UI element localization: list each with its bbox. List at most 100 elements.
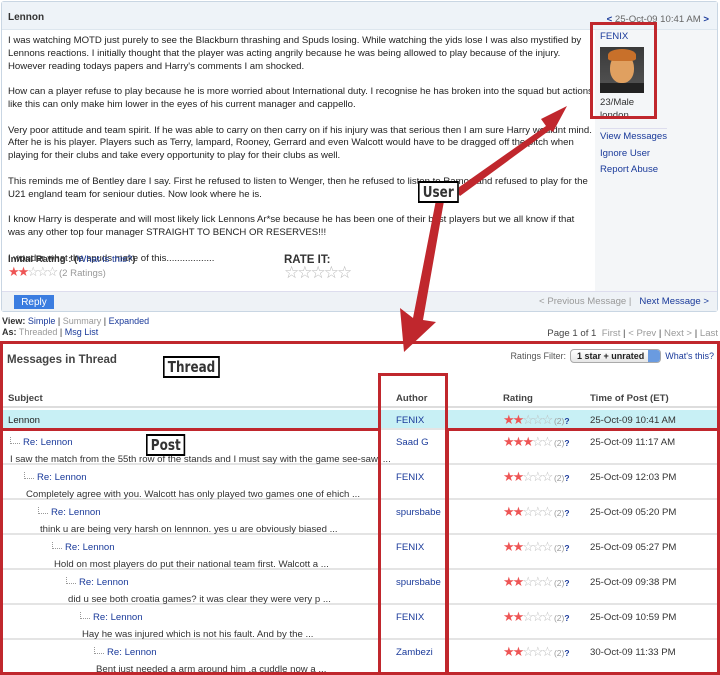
- table-row[interactable]: Re: Lennon Completely agree with you. Wal…: [0, 465, 720, 500]
- row-author-link[interactable]: Zambezi: [396, 647, 433, 658]
- row-subject-link[interactable]: Re: Lennon: [107, 647, 157, 658]
- row-preview: did u see both croatia games? it was cle…: [68, 594, 331, 605]
- table-row[interactable]: Re: Lennon Bent just needed a arm around …: [0, 640, 720, 675]
- star-rating-icon: ★★☆☆☆: [503, 574, 553, 589]
- rating-help-link[interactable]: ?: [564, 648, 569, 658]
- row-rating: ★★☆☆☆ (2)?: [503, 413, 570, 427]
- row-rating: ★★☆☆☆ (2)?: [503, 505, 570, 519]
- report-abuse-link[interactable]: Report Abuse: [600, 164, 658, 175]
- what-is-this-link[interactable]: What is this?: [77, 254, 132, 265]
- user-sidebar: FENIX 23/Male london View Messages Ignor…: [595, 30, 717, 292]
- view-simple[interactable]: Simple: [28, 316, 56, 326]
- rating-help-link[interactable]: ?: [564, 438, 569, 448]
- rating-count: (2): [553, 473, 565, 483]
- message-date-nav: < 25-Oct-09 10:41 AM >: [607, 14, 709, 25]
- table-row[interactable]: Re: Lennon Hay he was injured which is no…: [0, 605, 720, 640]
- rate-stars-input[interactable]: ☆☆☆☆☆: [284, 264, 352, 281]
- prev-page[interactable]: < Prev: [628, 328, 656, 339]
- user-annotation-label: User: [418, 181, 459, 203]
- message-date: 25-Oct-09 10:41 AM: [614, 14, 701, 25]
- row-subject-link[interactable]: Re: Lennon: [37, 472, 87, 483]
- col-subject: Subject: [8, 393, 43, 404]
- thread-title: Messages in Thread: [7, 354, 117, 366]
- post-annotation-label: Post: [146, 434, 186, 456]
- next-message-link[interactable]: Next Message >: [639, 296, 709, 307]
- table-row[interactable]: Re: Lennon think u are being very harsh o…: [0, 500, 720, 535]
- rating-help-link[interactable]: ?: [564, 508, 569, 518]
- rating-count: (2): [553, 613, 565, 623]
- user-name-link[interactable]: FENIX: [600, 31, 628, 42]
- table-row[interactable]: Re: Lennon did u see both croatia games? …: [0, 570, 720, 605]
- star-rating-icon: ★★☆☆☆: [8, 264, 58, 279]
- rating-count: (2): [553, 543, 565, 553]
- rating-count: (2 Ratings): [58, 268, 106, 279]
- first-page[interactable]: First: [602, 328, 621, 339]
- ratings-filter-select[interactable]: 1 star + unrated: [569, 349, 662, 363]
- row-time: 30-Oct-09 11:33 PM: [590, 647, 676, 658]
- rating-help-link[interactable]: ?: [564, 578, 569, 588]
- row-time: 25-Oct-09 10:41 AM: [590, 415, 676, 426]
- row-author-link[interactable]: Saad G: [396, 437, 429, 448]
- paren: ): [132, 254, 136, 265]
- user-location: london: [600, 110, 629, 121]
- rating-help-link[interactable]: ?: [564, 613, 569, 623]
- star-rating-icon: ★★☆☆☆: [503, 609, 553, 624]
- reply-button[interactable]: Reply: [14, 295, 54, 309]
- row-author-link[interactable]: FENIX: [396, 612, 424, 623]
- avatar[interactable]: [600, 47, 644, 93]
- star-rating-icon: ★★☆☆☆: [503, 539, 553, 554]
- view-expanded[interactable]: Expanded: [109, 316, 150, 326]
- view-messages-link[interactable]: View Messages: [600, 131, 667, 142]
- message-paragraph: Very poor attitude and team spirit. If h…: [8, 124, 592, 162]
- row-author-link[interactable]: FENIX: [396, 472, 424, 483]
- star-rating-icon: ★★☆☆☆: [503, 412, 553, 427]
- last-page[interactable]: Last: [700, 328, 718, 339]
- row-author-link[interactable]: FENIX: [396, 415, 424, 426]
- row-author-link[interactable]: spursbabe: [396, 507, 441, 518]
- ignore-user-link[interactable]: Ignore User: [600, 148, 650, 159]
- rating-help-link[interactable]: ?: [564, 473, 569, 483]
- table-row[interactable]: Re: Lennon Hold on most players do put th…: [0, 535, 720, 570]
- row-subject-link[interactable]: Re: Lennon: [79, 577, 129, 588]
- row-preview: Completely agree with you. Walcott has o…: [26, 489, 361, 500]
- row-preview: think u are being very harsh on lennnon.…: [40, 524, 338, 535]
- star-rating-icon: ★★★☆☆: [503, 434, 553, 449]
- col-author: Author: [396, 393, 428, 404]
- row-time: 25-Oct-09 11:17 AM: [590, 437, 676, 448]
- prev-post-arrow[interactable]: <: [607, 14, 613, 25]
- as-label: As:: [2, 327, 17, 337]
- row-subject-link[interactable]: Re: Lennon: [23, 437, 73, 448]
- row-time: 25-Oct-09 10:59 PM: [590, 612, 677, 623]
- row-author-link[interactable]: FENIX: [396, 542, 424, 553]
- rate-it: RATE IT: ☆☆☆☆☆: [284, 254, 352, 281]
- row-time: 25-Oct-09 05:20 PM: [590, 507, 677, 518]
- rating-count: (2): [553, 438, 565, 448]
- row-preview: Bent just needed a arm around him ,a cud…: [96, 664, 327, 675]
- star-rating-icon: ★★☆☆☆: [503, 644, 553, 659]
- as-threaded[interactable]: Threaded: [19, 327, 58, 337]
- row-subject-link[interactable]: Re: Lennon: [93, 612, 143, 623]
- previous-message-link[interactable]: < Previous Message: [539, 296, 626, 307]
- table-row[interactable]: Lennon FENIX ★★☆☆☆ (2)? 25-Oct-09 10:41 AM: [0, 410, 720, 430]
- row-subject-link[interactable]: Re: Lennon: [65, 542, 115, 553]
- rating-help-link[interactable]: ?: [564, 543, 569, 553]
- row-time: 25-Oct-09 12:03 PM: [590, 472, 677, 483]
- tree-connector: [94, 647, 104, 654]
- as-msg-list[interactable]: Msg List: [65, 327, 99, 337]
- view-summary[interactable]: Summary: [63, 316, 102, 326]
- table-row[interactable]: Re: Lennon I saw the match from the 55th …: [0, 430, 720, 465]
- row-subject-link[interactable]: Lennon: [8, 415, 40, 426]
- rating-help-link[interactable]: ?: [564, 416, 569, 426]
- whats-this-link[interactable]: What's this?: [665, 351, 714, 361]
- user-age-gender: 23/Male: [600, 97, 635, 108]
- row-subject-link[interactable]: Re: Lennon: [51, 507, 101, 518]
- message-panel: Lennon < 25-Oct-09 10:41 AM > I was watc…: [1, 1, 718, 312]
- rating-count: (2): [553, 508, 565, 518]
- row-rating: ★★★☆☆ (2)?: [503, 435, 570, 449]
- user-card: FENIX 23/Male london: [600, 30, 644, 122]
- next-page[interactable]: Next >: [664, 328, 692, 339]
- row-author-link[interactable]: spursbabe: [396, 577, 441, 588]
- next-post-arrow[interactable]: >: [703, 14, 709, 25]
- rating-count: (2): [553, 648, 565, 658]
- view-options: View: Simple | Summary | Expanded As: Th…: [2, 316, 150, 337]
